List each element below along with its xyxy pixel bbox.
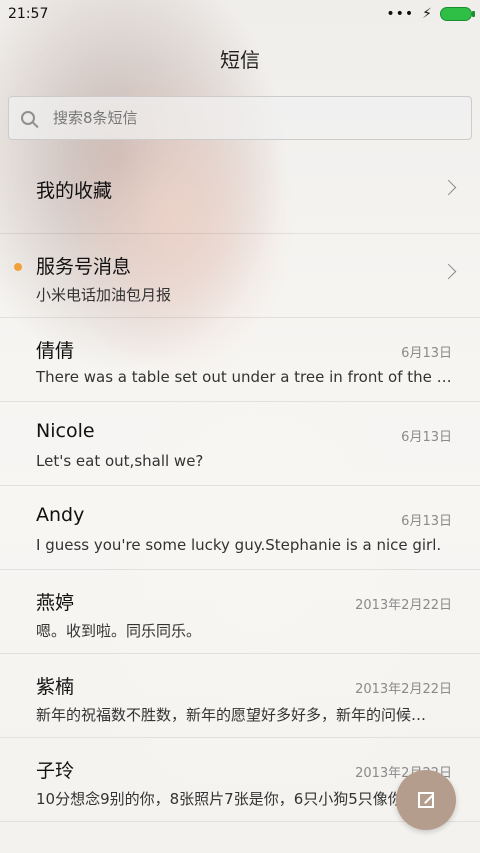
conversation-list: 我的收藏 服务号消息 小米电话加油包月报 倩倩 6月13日 There was … [0, 150, 480, 822]
status-icons: ••• ⚡ [386, 6, 475, 22]
list-item-conversation[interactable]: 燕婷 2013年2月22日 嗯。收到啦。同乐同乐。 [0, 570, 480, 654]
list-item-date: 2013年2月22日 [355, 682, 452, 697]
status-bar: 21:57 ••• ⚡ [0, 0, 480, 28]
status-time: 21:57 [8, 6, 49, 22]
search-icon [21, 111, 35, 125]
list-item-title: 紫楠 [36, 676, 75, 698]
list-item-preview: 10分想念9别的你，8张照片7张是你，6只小狗5只像你 [36, 790, 403, 808]
list-item-date: 2013年2月22日 [355, 598, 452, 613]
unread-dot-icon [14, 263, 22, 271]
list-item-conversation[interactable]: 倩倩 6月13日 There was a table set out under… [0, 318, 480, 402]
list-item-favorites[interactable]: 我的收藏 [0, 150, 480, 234]
compose-icon [418, 792, 434, 808]
list-item-date: 6月13日 [401, 514, 452, 529]
list-item-title: Andy [36, 504, 85, 526]
list-item-subtitle: 小米电话加油包月报 [36, 286, 172, 304]
page-title: 短信 [220, 48, 260, 72]
list-item-preview: There was a table set out under a tree i… [36, 368, 452, 386]
search-input[interactable] [51, 108, 435, 128]
chevron-right-icon [440, 263, 457, 280]
charging-bolt-icon: ⚡ [422, 6, 432, 22]
list-item-service-messages[interactable]: 服务号消息 小米电话加油包月报 [0, 234, 480, 318]
list-item-preview: 嗯。收到啦。同乐同乐。 [36, 622, 202, 640]
sms-screen: 21:57 ••• ⚡ 短信 我的收藏 服务号消息 小米电话加油包月报 倩倩 6… [0, 0, 480, 853]
list-item-preview: Let's eat out,shall we? [36, 452, 204, 470]
list-item-conversation[interactable]: Nicole 6月13日 Let's eat out,shall we? [0, 402, 480, 486]
list-item-preview: I guess you're some lucky guy.Stephanie … [36, 536, 442, 554]
list-item-title: 子玲 [36, 760, 75, 782]
list-item-conversation[interactable]: 紫楠 2013年2月22日 新年的祝福数不胜数，新年的愿望好多好多，新年的问候… [0, 654, 480, 738]
search-bar[interactable] [8, 96, 472, 140]
compose-button[interactable] [396, 770, 456, 830]
list-item-conversation[interactable]: Andy 6月13日 I guess you're some lucky guy… [0, 486, 480, 570]
list-item-preview: 新年的祝福数不胜数，新年的愿望好多好多，新年的问候… [36, 706, 427, 724]
list-item-date: 6月13日 [401, 430, 452, 445]
list-item-title: 我的收藏 [36, 180, 113, 202]
list-item-title: 倩倩 [36, 340, 75, 362]
list-item-title: 燕婷 [36, 592, 75, 614]
list-item-date: 6月13日 [401, 346, 452, 361]
battery-icon [440, 7, 475, 21]
signal-dots-icon: ••• [386, 6, 415, 22]
chevron-right-icon [440, 179, 457, 196]
list-item-title: Nicole [36, 420, 95, 442]
list-item-title: 服务号消息 [36, 256, 132, 278]
